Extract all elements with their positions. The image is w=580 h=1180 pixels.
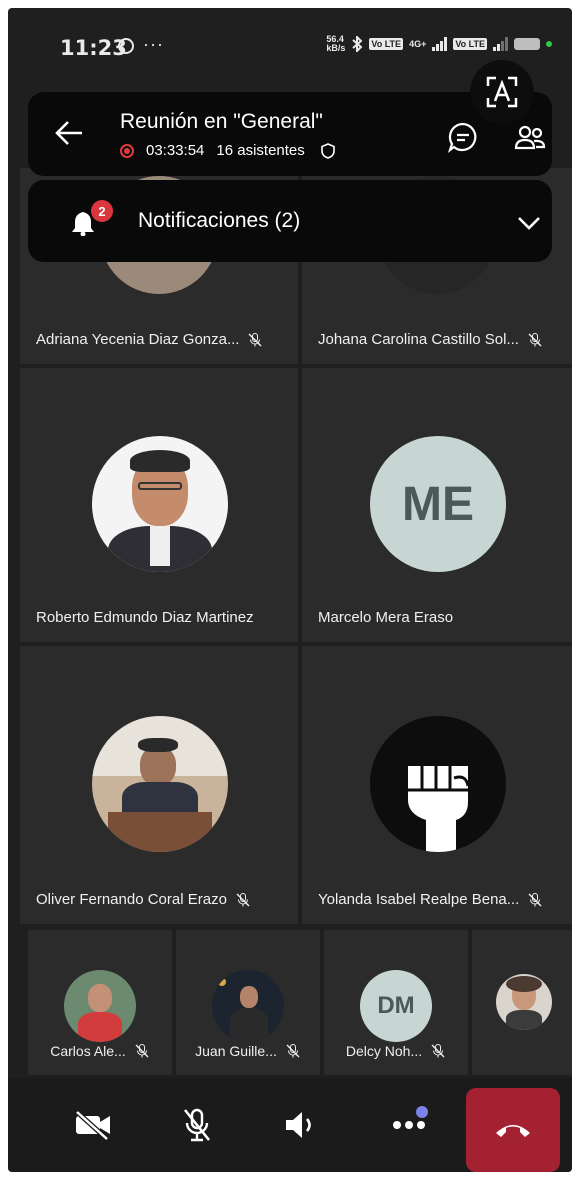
shield-icon <box>320 142 335 159</box>
participant-name: Marcelo Mera Eraso <box>318 609 454 626</box>
call-controls <box>8 1078 572 1172</box>
meeting-title: Reunión en "General" <box>120 110 323 133</box>
sim-tag: 4G+ <box>409 39 427 49</box>
participant-name: Roberto Edmundo Diaz Martinez <box>36 609 254 626</box>
participants-icon[interactable] <box>514 122 546 154</box>
notifications-label: Notificaciones (2) <box>138 209 301 232</box>
notifications-bar[interactable]: 2 Notificaciones (2) <box>28 180 552 262</box>
participant-tile-small[interactable]: Juan Guille... <box>176 930 320 1075</box>
signal-icon-2 <box>493 37 508 51</box>
meeting-duration: 03:33:54 <box>146 142 205 159</box>
participant-tile[interactable]: Oliver Fernando Coral Erazo <box>20 646 298 924</box>
clock: 11:23 <box>60 36 127 60</box>
participant-tile[interactable]: Yolanda Isabel Realpe Bena... <box>302 646 572 924</box>
avatar <box>64 970 136 1042</box>
participant-tile[interactable]: ME Marcelo Mera Eraso <box>302 368 572 642</box>
mic-off-icon <box>528 332 542 346</box>
more-notifications-icon: ··· <box>143 34 164 54</box>
hang-up-button[interactable] <box>466 1088 560 1172</box>
system-icons: 56.4 kB/s Vo LTE 4G+ Vo LTE <box>326 35 552 53</box>
mic-off-icon <box>431 1044 445 1058</box>
speaker-button[interactable] <box>276 1100 326 1150</box>
mic-off-icon <box>286 1044 300 1058</box>
camera-off-icon <box>75 1110 110 1141</box>
signal-icon <box>432 37 448 51</box>
mic-off-icon <box>528 892 542 906</box>
avatar-initials: ME <box>370 436 506 572</box>
google-lens-icon[interactable] <box>470 60 534 124</box>
participant-tile-small[interactable]: DM Delcy Noh... <box>324 930 468 1075</box>
back-arrow-icon[interactable] <box>52 116 86 150</box>
battery-icon <box>514 38 540 50</box>
attendee-count[interactable]: 16 asistentes <box>216 142 304 159</box>
record-icon <box>120 143 134 158</box>
participant-name: Yolanda Isabel Realpe Bena... <box>318 891 520 908</box>
notification-badge: 2 <box>91 200 113 222</box>
network-speed: 56.4 kB/s <box>326 34 346 53</box>
teams-call-screen: 11:23 ··· 56.4 kB/s Vo LTE 4G+ Vo LTE Ad… <box>8 8 572 1172</box>
participant-tile-small[interactable]: Carlos Ale... <box>28 930 172 1075</box>
meeting-info: 03:33:54 16 asistentes <box>120 142 335 159</box>
hang-up-icon <box>496 1125 530 1137</box>
participant-name: Delcy Noh... <box>345 1043 423 1059</box>
avatar-initials: DM <box>360 970 432 1042</box>
participant-name: Johana Carolina Castillo Sol... <box>318 331 519 348</box>
mic-off-icon <box>183 1108 211 1142</box>
avatar <box>370 716 506 852</box>
raised-fist-image <box>408 766 470 852</box>
mic-toggle-button[interactable] <box>172 1100 222 1150</box>
mic-off-icon <box>248 332 262 346</box>
privacy-indicator <box>546 41 552 47</box>
mic-off-icon <box>135 1044 149 1058</box>
volte-badge-2: Vo LTE <box>453 38 487 50</box>
participant-name: Oliver Fernando Coral Erazo <box>36 891 227 908</box>
participant-tile[interactable]: Roberto Edmundo Diaz Martinez <box>20 368 298 642</box>
avatar <box>92 436 228 572</box>
mic-off-icon <box>236 892 250 906</box>
volte-badge: Vo LTE <box>369 38 404 50</box>
more-icon <box>393 1121 425 1129</box>
participant-name: Carlos Ale... <box>50 1043 126 1059</box>
bluetooth-icon <box>352 36 363 52</box>
activity-dot <box>416 1106 428 1118</box>
more-options-button[interactable] <box>384 1100 434 1150</box>
participant-tile-small[interactable] <box>472 930 572 1075</box>
avatar <box>92 716 228 852</box>
participant-name: Adriana Yecenia Diaz Gonza... <box>36 331 240 348</box>
avatar <box>496 974 552 1030</box>
chat-icon[interactable] <box>446 120 480 154</box>
whatsapp-icon <box>118 38 134 54</box>
speaker-icon <box>286 1112 311 1138</box>
chevron-down-icon[interactable] <box>514 208 544 238</box>
avatar <box>212 970 284 1042</box>
participant-name: Juan Guille... <box>195 1043 277 1059</box>
camera-toggle-button[interactable] <box>68 1100 118 1150</box>
